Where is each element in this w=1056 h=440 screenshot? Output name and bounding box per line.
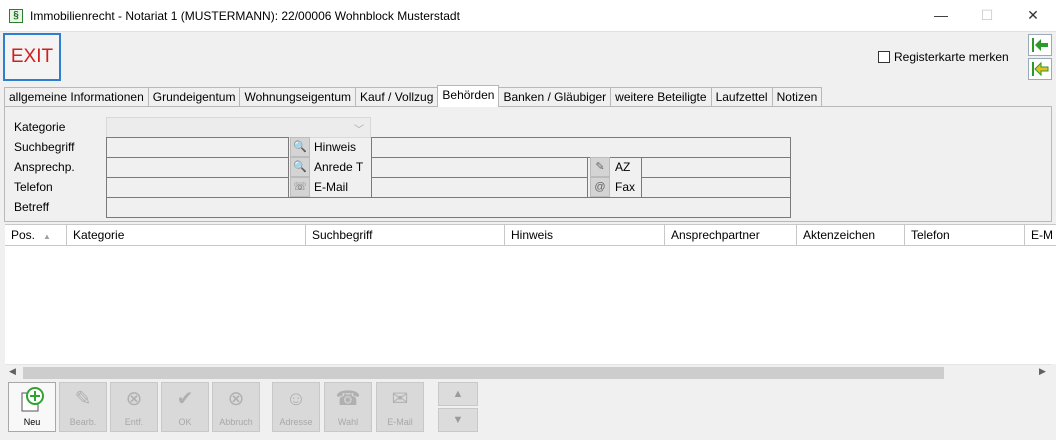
tab-strip: allgemeine Informationen Grundeigentum W…	[4, 85, 823, 107]
pin-icon: ✎	[595, 161, 605, 173]
chevron-down-icon: ﹀	[354, 125, 364, 136]
suchbegriff-input[interactable]	[106, 137, 289, 158]
tab-kauf-vollzug[interactable]: Kauf / Vollzug	[355, 87, 439, 107]
tab-laufzettel[interactable]: Laufzettel	[710, 87, 773, 107]
kategorie-label: Kategorie	[14, 120, 66, 134]
telefon-label: Telefon	[14, 180, 53, 194]
remember-tab-option[interactable]: Registerkarte merken	[878, 50, 1009, 64]
fax-pick-button[interactable]: @	[590, 177, 610, 197]
tab-banken-glaeubiger[interactable]: Banken / Gläubiger	[498, 87, 612, 107]
authority-form: Kategorie ﹀ Suchbegriff 🔍 Hinweis Anspre…	[4, 106, 1052, 222]
email-pick-button[interactable]: ☏	[290, 177, 310, 197]
tab-notizen[interactable]: Notizen	[771, 87, 823, 107]
sort-ascending-icon: ▲	[43, 232, 51, 241]
tab-weitere-beteiligte[interactable]: weitere Beteiligte	[610, 87, 712, 107]
arrow-down-icon: ▼	[452, 414, 464, 426]
edit-button[interactable]: ✎ Bearb.	[59, 382, 107, 432]
tab-behoerden[interactable]: Behörden	[437, 85, 500, 107]
delete-button[interactable]: ⊗ Entf.	[110, 382, 158, 432]
phone-icon: ☏	[293, 181, 307, 193]
fax-label: Fax	[615, 180, 636, 194]
exit-button[interactable]: EXIT	[3, 33, 61, 81]
kategorie-select[interactable]: ﹀	[106, 117, 371, 138]
ansprechp-input[interactable]	[106, 157, 289, 178]
dial-button[interactable]: ☎ Wahl	[324, 382, 372, 432]
at-sign-icon: @	[594, 181, 606, 193]
ok-button[interactable]: ✔ OK	[161, 382, 209, 432]
close-button[interactable]: ✕	[1010, 0, 1056, 31]
column-header-email[interactable]: E-M	[1025, 225, 1056, 245]
remember-tab-label[interactable]: Registerkarte merken	[894, 50, 1009, 64]
column-header-aktenzeichen[interactable]: Aktenzeichen	[797, 225, 905, 245]
cancel-icon: ⊗	[227, 388, 245, 410]
email-input[interactable]	[371, 177, 588, 198]
grid-body[interactable]	[5, 246, 1056, 364]
column-header-kategorie[interactable]: Kategorie	[67, 225, 306, 245]
column-header-pos[interactable]: Pos. ▲	[5, 225, 67, 245]
arrow-left-dashed-icon	[1032, 61, 1049, 77]
cancel-button[interactable]: ⊗ Abbruch	[212, 382, 260, 432]
tab-allgemeine-informationen[interactable]: allgemeine Informationen	[4, 87, 149, 107]
az-pick-button[interactable]: ✎	[590, 157, 610, 177]
scroll-right-icon[interactable]: ▶	[1039, 366, 1046, 377]
column-header-ansprechpartner[interactable]: Ansprechpartner	[665, 225, 797, 245]
mail-icon: ✉	[391, 388, 409, 410]
dial-icon: ☎	[335, 388, 361, 410]
search-ansprechp-button[interactable]: 🔍	[290, 157, 310, 177]
remember-tab-checkbox[interactable]	[878, 51, 890, 63]
tab-wohnungseigentum[interactable]: Wohnungseigentum	[239, 87, 356, 107]
email-label: E-Mail	[314, 180, 349, 194]
column-header-suchbegriff[interactable]: Suchbegriff	[306, 225, 505, 245]
email-button[interactable]: ✉ E-Mail	[376, 382, 424, 432]
move-up-button[interactable]: ▲	[438, 382, 478, 406]
anrede-label: Anrede T	[314, 160, 364, 174]
suchbegriff-label: Suchbegriff	[14, 140, 75, 154]
delete-icon: ⊗	[125, 388, 143, 410]
app-icon: §	[9, 9, 23, 23]
check-icon: ✔	[176, 388, 194, 410]
nav-back-dashed-button[interactable]	[1028, 58, 1052, 80]
window-title: Immobilienrecht - Notariat 1 (MUSTERMANN…	[30, 9, 460, 23]
title-bar: § Immobilienrecht - Notariat 1 (MUSTERMA…	[0, 0, 1056, 32]
telefon-input[interactable]	[106, 177, 289, 198]
scroll-left-icon[interactable]: ◀	[9, 366, 16, 377]
betreff-label: Betreff	[14, 200, 50, 214]
minimize-button[interactable]: —	[918, 0, 964, 31]
nav-back-button[interactable]	[1028, 34, 1052, 56]
horizontal-scrollbar[interactable]: ◀ ▶	[5, 364, 1051, 380]
add-icon	[9, 383, 55, 415]
move-down-button[interactable]: ▼	[438, 408, 478, 432]
top-bar: EXIT Registerkarte merken	[0, 32, 1056, 84]
az-label: AZ	[615, 160, 631, 174]
new-button[interactable]: Neu	[8, 382, 56, 432]
betreff-input[interactable]	[106, 197, 791, 218]
anrede-input[interactable]	[371, 157, 588, 178]
column-header-telefon[interactable]: Telefon	[905, 225, 1025, 245]
hinweis-label: Hinweis	[314, 140, 357, 154]
grid-header: Pos. ▲ Kategorie Suchbegriff Hinweis Ansp…	[5, 224, 1056, 246]
hinweis-input[interactable]	[371, 137, 791, 158]
scrollbar-thumb[interactable]	[23, 367, 944, 379]
arrow-left-bar-icon	[1032, 38, 1048, 52]
magnifier-icon: 🔍	[293, 141, 307, 153]
ansprechp-label: Ansprechp.	[14, 160, 75, 174]
address-icon: ☺	[285, 388, 307, 410]
fax-input[interactable]	[641, 177, 791, 198]
address-button[interactable]: ☺ Adresse	[272, 382, 320, 432]
arrow-up-icon: ▲	[452, 388, 464, 400]
maximize-button[interactable]: ☐	[964, 0, 1010, 31]
magnifier-icon: 🔍	[293, 161, 307, 173]
tab-grundeigentum[interactable]: Grundeigentum	[147, 87, 241, 107]
edit-icon: ✎	[74, 388, 92, 410]
az-input[interactable]	[641, 157, 791, 178]
column-header-hinweis[interactable]: Hinweis	[505, 225, 665, 245]
bottom-toolbar: Neu ✎ Bearb. ⊗ Entf. ✔ OK ⊗ Abbruch ☺ Ad…	[0, 380, 1056, 440]
search-suchbegriff-button[interactable]: 🔍	[290, 137, 310, 157]
